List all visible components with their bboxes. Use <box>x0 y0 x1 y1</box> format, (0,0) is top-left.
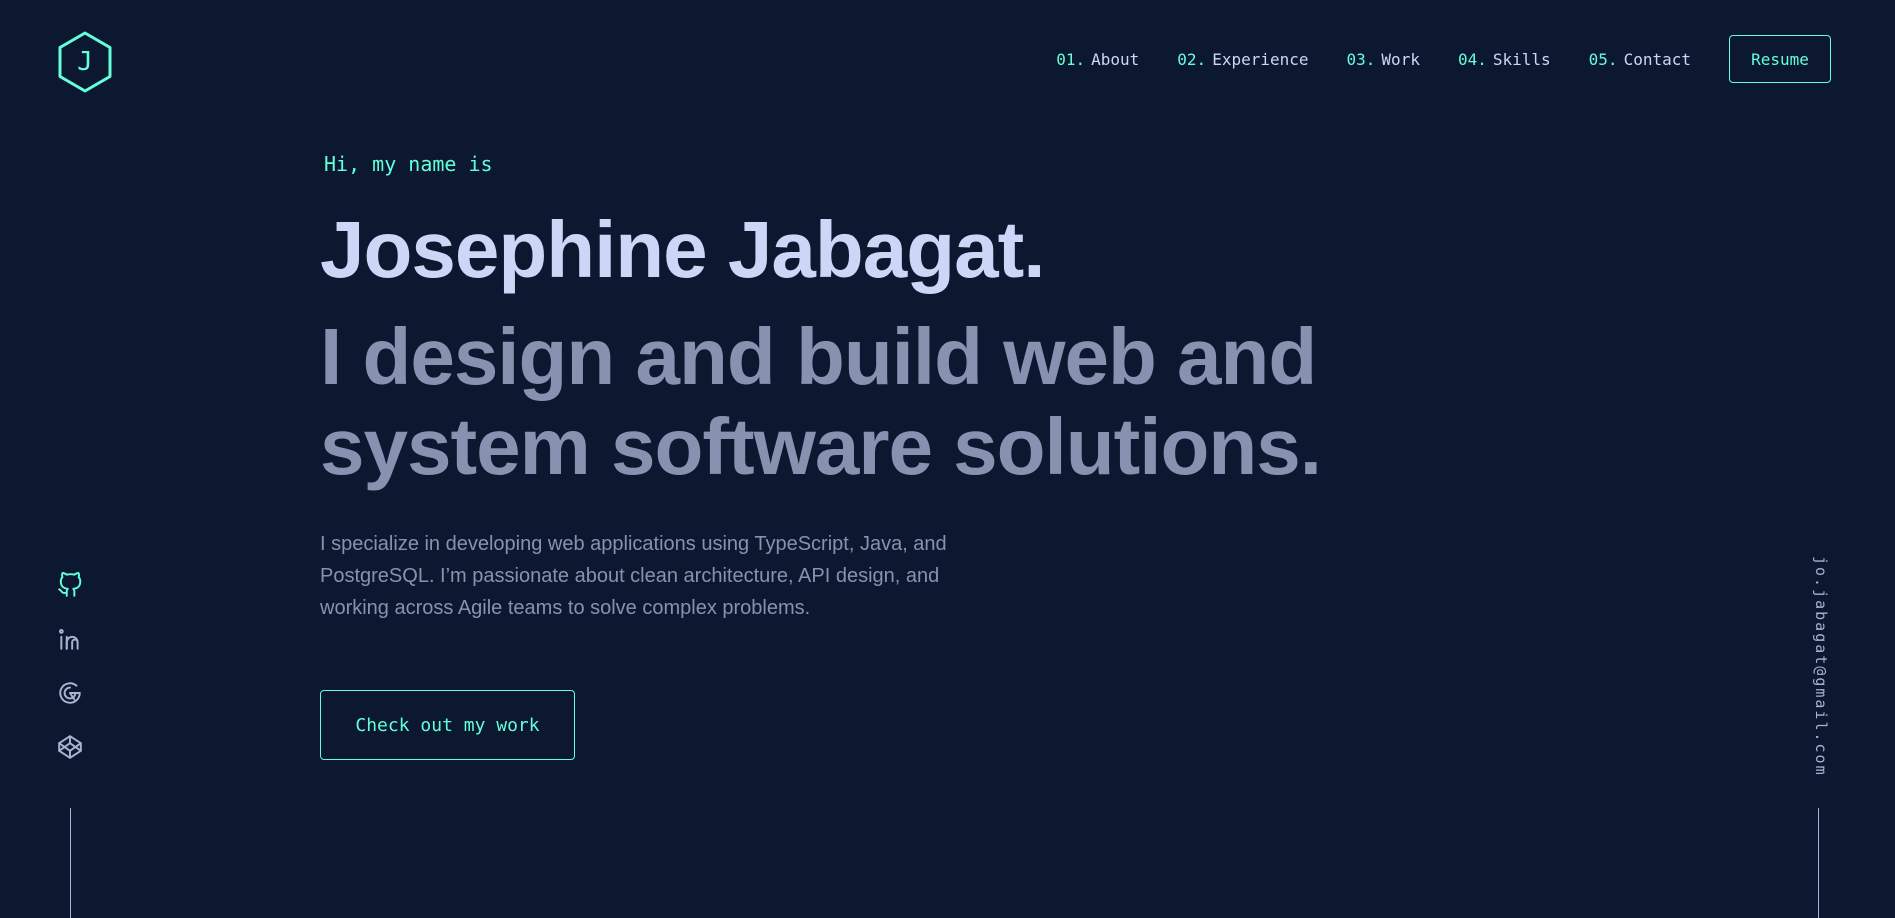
nav-item-contact[interactable]: 05. Contact <box>1589 50 1691 69</box>
nav-item-work[interactable]: 03. Work <box>1347 50 1420 69</box>
greeting-text: Hi, my name is <box>324 152 493 176</box>
nav-item-experience[interactable]: 02. Experience <box>1177 50 1308 69</box>
logo-letter: J <box>77 47 93 77</box>
linkedin-link[interactable] <box>57 626 85 654</box>
nav-item-skills[interactable]: 04. Skills <box>1458 50 1551 69</box>
hero-tagline: I design and build web and system softwa… <box>320 312 1322 491</box>
nav-label: About <box>1091 49 1140 69</box>
check-out-work-button[interactable]: Check out my work <box>320 690 575 760</box>
linkedin-icon <box>58 629 79 650</box>
nav-number: 03. <box>1346 49 1376 69</box>
hero-name: Josephine Jabagat. <box>320 205 1045 294</box>
resume-button[interactable]: Resume <box>1729 35 1831 83</box>
codepen-link[interactable] <box>57 734 85 762</box>
gitlab-icon <box>59 682 81 704</box>
nav-item-about[interactable]: 01. About <box>1056 50 1139 69</box>
right-divider-line <box>1818 808 1819 918</box>
github-icon <box>58 572 82 597</box>
social-links <box>57 572 85 788</box>
nav-number: 04. <box>1457 49 1487 69</box>
nav-number: 01. <box>1056 49 1086 69</box>
logo[interactable]: J <box>57 31 113 93</box>
nav-label: Contact <box>1623 49 1691 69</box>
main-nav: 01. About 02. Experience 03. Work 04. Skills… <box>1056 35 1831 83</box>
left-divider-line <box>70 808 71 918</box>
email-link[interactable]: jo.jabagat@gmail.com <box>1812 556 1830 777</box>
github-link[interactable] <box>57 572 85 600</box>
nav-label: Experience <box>1212 49 1309 69</box>
nav-number: 05. <box>1588 49 1618 69</box>
hero-intro: I specialize in developing web applicati… <box>320 533 947 619</box>
hero-section: Hi, my name is Josephine Jabagat. I desi… <box>320 150 1520 760</box>
nav-label: Work <box>1381 49 1420 69</box>
nav-label: Skills <box>1492 49 1551 69</box>
email-sidebar: jo.jabagat@gmail.com <box>1812 556 1832 777</box>
nav-number: 02. <box>1177 49 1207 69</box>
codepen-icon <box>58 735 82 759</box>
gitlab-link[interactable] <box>57 680 85 708</box>
